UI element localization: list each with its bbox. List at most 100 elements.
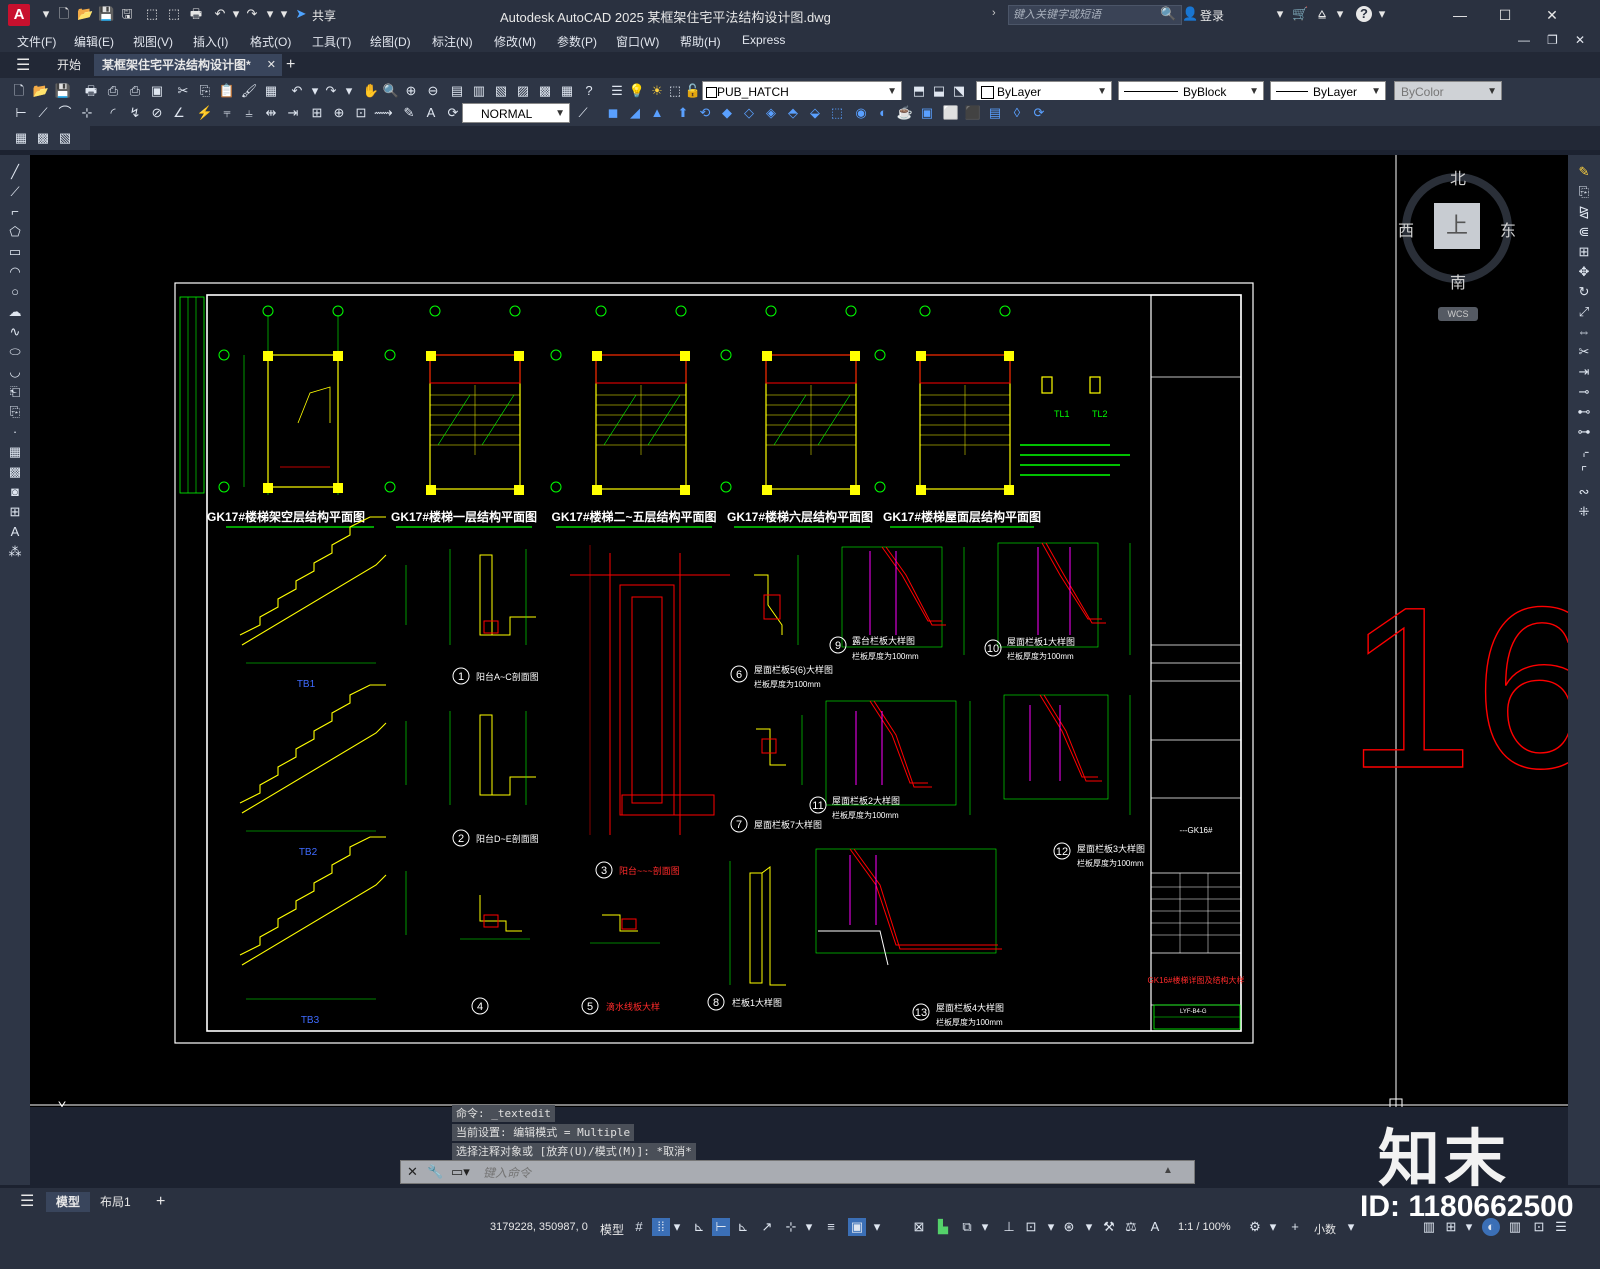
viewcube-top-face[interactable]: 上 bbox=[1434, 203, 1480, 249]
annotation-dropdown-icon[interactable]: ▾ bbox=[1042, 1218, 1060, 1236]
plot-preview-icon[interactable]: ⎙ bbox=[104, 82, 122, 100]
make-current-layer-icon[interactable]: ⬒ bbox=[910, 82, 928, 100]
annotation-scale-icon[interactable]: ⚒ bbox=[1100, 1218, 1118, 1236]
shade-icon[interactable]: ◐ bbox=[874, 104, 892, 122]
menu-parametric[interactable]: 参数(P) bbox=[557, 33, 597, 50]
add-scale-icon[interactable]: + bbox=[1286, 1218, 1304, 1236]
viewcube-south[interactable]: 南 bbox=[1450, 269, 1466, 293]
dim-update-icon[interactable]: ⟳ bbox=[444, 104, 462, 122]
publish-icon[interactable]: ⎙ bbox=[126, 82, 144, 100]
spline-icon[interactable]: ∿ bbox=[6, 323, 24, 341]
aligned-dim-icon[interactable]: ⟋ bbox=[34, 104, 52, 122]
open-from-web-icon[interactable]: ⬚ bbox=[144, 6, 160, 22]
annotation-monitor-icon[interactable]: A bbox=[1146, 1218, 1164, 1236]
make-block-icon[interactable]: ⎘ bbox=[6, 403, 24, 421]
cone-icon[interactable]: ▲ bbox=[648, 104, 666, 122]
scale-icon[interactable]: ⤢ bbox=[1575, 303, 1593, 321]
plot-icon[interactable]: 🖶 bbox=[188, 6, 204, 22]
layer-lock-icon[interactable]: 🔓 bbox=[684, 82, 702, 100]
doc-minimize-button[interactable]: — bbox=[1518, 33, 1530, 47]
explode-icon[interactable]: ⁜ bbox=[1575, 503, 1593, 521]
dimstyle-dropdown[interactable]: NORMAL ▼ bbox=[462, 103, 570, 123]
join-icon[interactable]: ⊶ bbox=[1575, 423, 1593, 441]
arc-icon[interactable]: ◠ bbox=[6, 263, 24, 281]
boundary-icon[interactable]: ▧ bbox=[56, 129, 74, 147]
layer-freeze-icon[interactable]: ☀ bbox=[648, 82, 666, 100]
tab-model[interactable]: 模型 bbox=[46, 1192, 91, 1212]
extrude-icon[interactable]: ⬆ bbox=[674, 104, 692, 122]
object-snap-icon[interactable]: ⊹ bbox=[782, 1218, 800, 1236]
mtext-icon[interactable]: A bbox=[6, 523, 24, 541]
selection-cycling-icon[interactable]: ▾ bbox=[868, 1218, 886, 1236]
render-icon[interactable]: ☕ bbox=[896, 104, 914, 122]
polyline-icon[interactable]: ⌐ bbox=[6, 203, 24, 221]
tab-close-icon[interactable]: ✕ bbox=[267, 54, 276, 76]
union-icon[interactable]: ◆ bbox=[718, 104, 736, 122]
radius-dim-icon[interactable]: ◜ bbox=[104, 104, 122, 122]
ortho-icon[interactable]: ⊾ bbox=[690, 1218, 708, 1236]
login-button[interactable]: 登录 bbox=[1200, 7, 1224, 24]
orbit-icon[interactable]: ⟳ bbox=[1030, 104, 1048, 122]
layout-menu-icon[interactable]: ☰ bbox=[10, 1192, 44, 1212]
recent-commands-icon[interactable]: ▭▾ bbox=[451, 1164, 470, 1180]
hatch-icon[interactable]: ▦ bbox=[6, 443, 24, 461]
material-icon[interactable]: ▣ bbox=[918, 104, 936, 122]
slice-icon[interactable]: ⬘ bbox=[784, 104, 802, 122]
redo-icon[interactable]: ↷ bbox=[322, 82, 340, 100]
units-readout[interactable]: 小数 bbox=[1314, 1221, 1336, 1237]
share-button[interactable]: 共享 bbox=[312, 7, 336, 24]
command-history-toggle-icon[interactable]: ▲ bbox=[1163, 1165, 1173, 1176]
cart-icon[interactable]: 🛒 bbox=[1292, 6, 1308, 22]
save-to-web-icon[interactable]: ⬚ bbox=[166, 6, 182, 22]
maximize-button[interactable]: ☐ bbox=[1490, 4, 1520, 26]
angular-dim-icon[interactable]: ∠ bbox=[170, 104, 188, 122]
view-iso-icon[interactable]: ◊ bbox=[1008, 104, 1026, 122]
new-tab-button[interactable]: + bbox=[278, 54, 303, 76]
dynamic-ucs-icon[interactable]: ▙ bbox=[934, 1218, 952, 1236]
save-as-icon[interactable]: 🖫 bbox=[119, 6, 135, 22]
settings-dropdown-icon[interactable]: ▾ bbox=[1264, 1218, 1282, 1236]
ellipse-icon[interactable]: ⬭ bbox=[6, 343, 24, 361]
ordinate-dim-icon[interactable]: ⊹ bbox=[78, 104, 96, 122]
plotstyle-dropdown[interactable]: ByColor ▼ bbox=[1394, 81, 1502, 101]
search-expand-icon[interactable]: › bbox=[992, 7, 996, 19]
intersect-icon[interactable]: ◈ bbox=[762, 104, 780, 122]
hamburger-menu-icon[interactable]: ☰ bbox=[16, 55, 30, 75]
search-icon[interactable]: 🔍 bbox=[1160, 6, 1176, 22]
menu-tools[interactable]: 工具(T) bbox=[312, 33, 351, 50]
menu-help[interactable]: 帮助(H) bbox=[680, 33, 721, 50]
menu-file[interactable]: 文件(F) bbox=[17, 33, 56, 50]
dim-space-icon[interactable]: ⇹ bbox=[262, 104, 280, 122]
app-menu-chevron-icon[interactable]: ▾ bbox=[38, 6, 54, 22]
zoom-realtime-icon[interactable]: 🔍 bbox=[382, 82, 400, 100]
menu-express[interactable]: Express bbox=[742, 33, 785, 47]
design-center-icon[interactable]: ▥ bbox=[470, 82, 488, 100]
gradient-icon[interactable]: ▩ bbox=[6, 463, 24, 481]
3d-print-icon[interactable]: ▣ bbox=[148, 82, 166, 100]
arc-length-icon[interactable]: ⌒ bbox=[56, 104, 74, 122]
menu-modify[interactable]: 修改(M) bbox=[494, 33, 536, 50]
autodesk-account-icon[interactable]: ⩠ bbox=[1314, 6, 1330, 22]
units-dropdown-icon[interactable]: ▾ bbox=[1342, 1218, 1360, 1236]
circle-icon[interactable]: ○ bbox=[6, 283, 24, 301]
customize-qat-icon[interactable]: ▾ bbox=[276, 6, 292, 22]
annotation-scale-readout[interactable]: 1:1 / 100% bbox=[1178, 1221, 1231, 1233]
dim-break-icon[interactable]: ⇥ bbox=[284, 104, 302, 122]
gradient-icon[interactable]: ▩ bbox=[34, 129, 52, 147]
osnap-dropdown-icon[interactable]: ▾ bbox=[800, 1218, 818, 1236]
fillet-icon[interactable]: ⌜ bbox=[1575, 463, 1593, 481]
layer-previous-icon[interactable]: ⬓ bbox=[930, 82, 948, 100]
command-close-icon[interactable]: ✕ bbox=[407, 1164, 418, 1180]
insert-block-icon[interactable]: ⎗ bbox=[6, 383, 24, 401]
new-icon[interactable]: 🗋 bbox=[10, 82, 28, 100]
add-layout-button[interactable]: + bbox=[146, 1192, 175, 1212]
user-icon[interactable]: 👤 bbox=[1182, 6, 1198, 22]
jogged-linear-icon[interactable]: ⟿ bbox=[374, 104, 393, 122]
zoom-previous-icon[interactable]: ⊖ bbox=[424, 82, 442, 100]
extend-icon[interactable]: ⇥ bbox=[1575, 363, 1593, 381]
3d-osnap-icon[interactable]: ⊠ bbox=[910, 1218, 928, 1236]
linear-dim-icon[interactable]: ⊢ bbox=[12, 104, 30, 122]
layer-dropdown[interactable]: PUB_HATCH ▼ bbox=[702, 81, 902, 101]
close-button[interactable]: ✕ bbox=[1537, 4, 1567, 26]
chamfer-icon[interactable]: ⌌ bbox=[1575, 443, 1593, 461]
